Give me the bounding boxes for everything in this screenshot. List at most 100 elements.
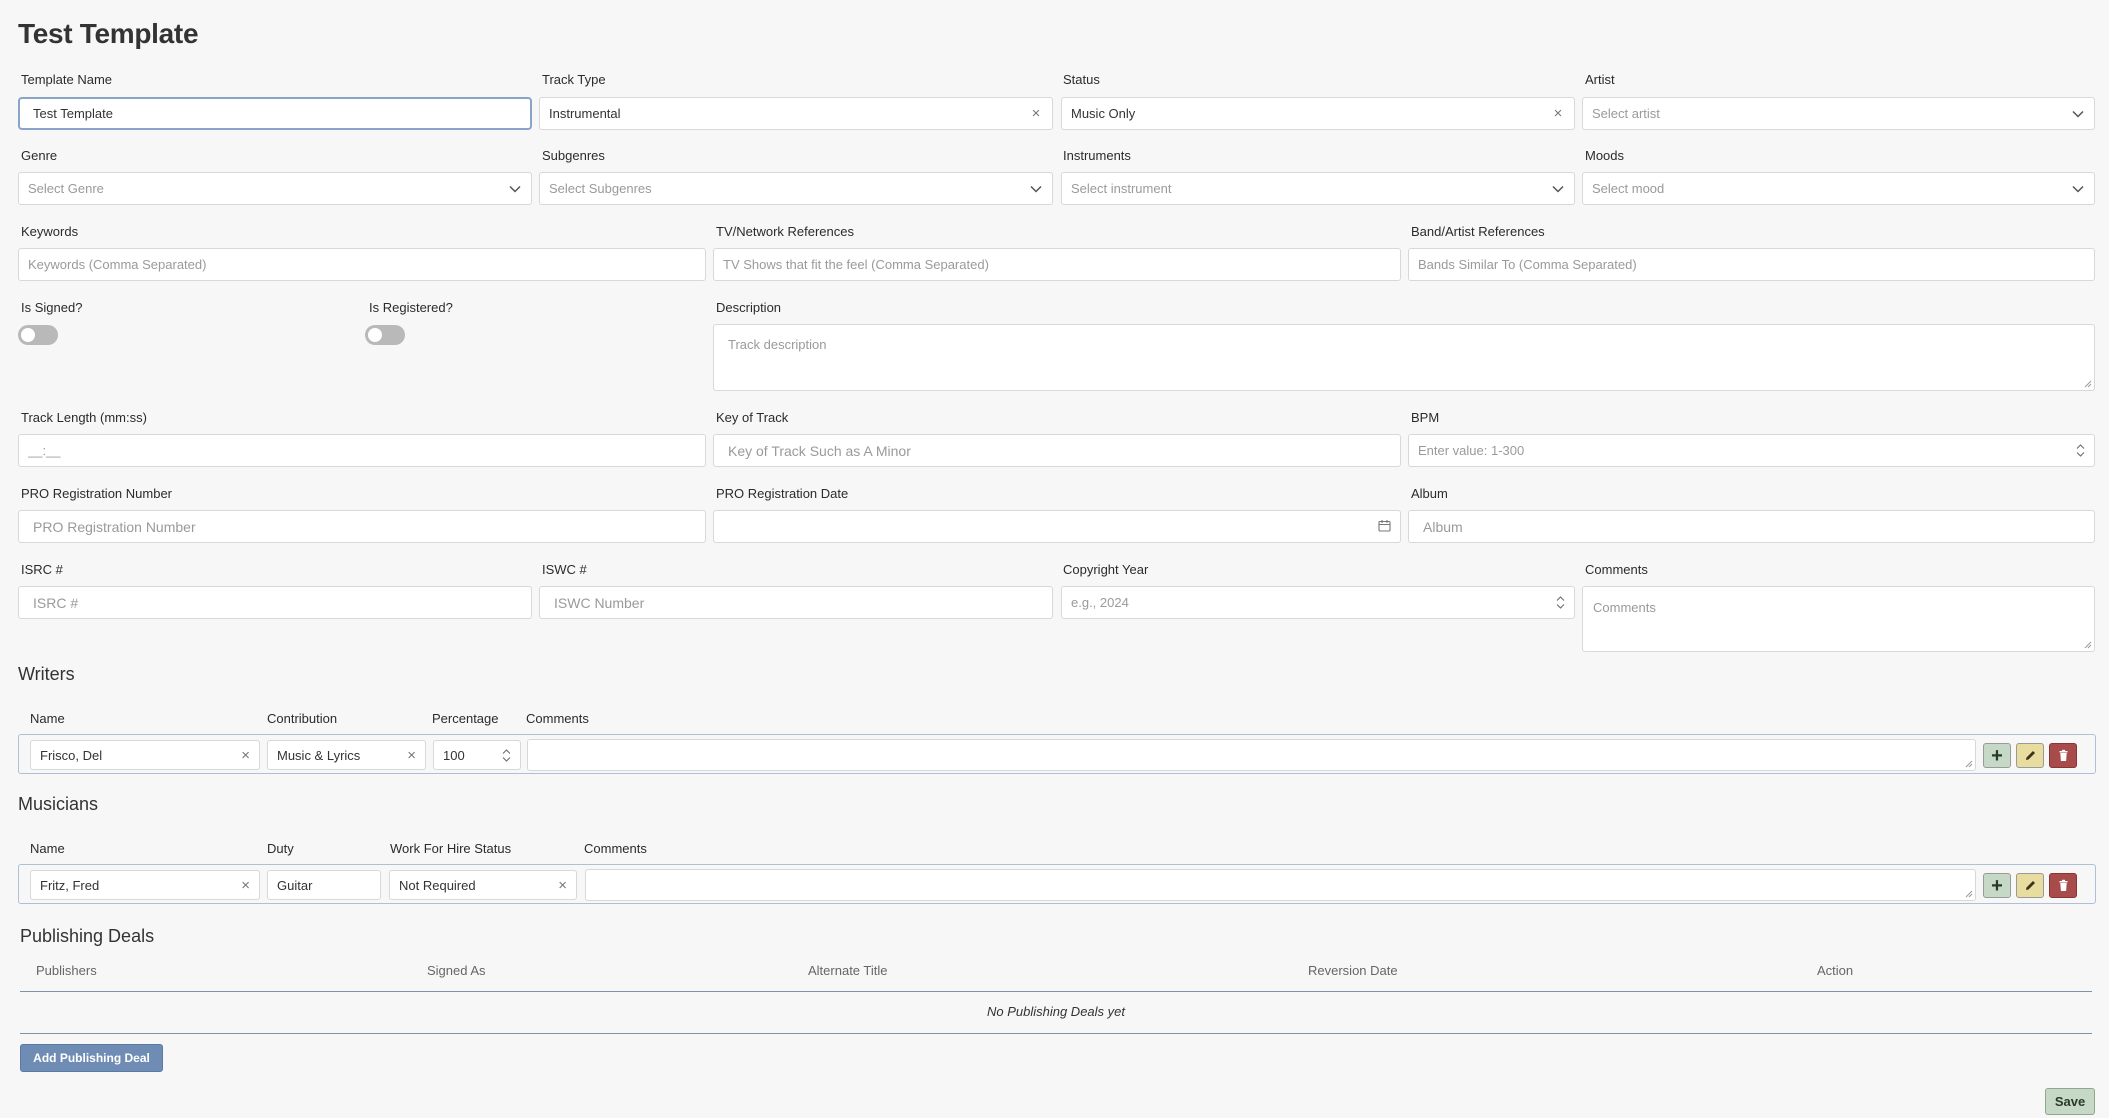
comments-label: Comments (1585, 562, 1648, 577)
writer-name-clear-icon[interactable]: × (241, 747, 250, 764)
status-clear-icon[interactable]: × (1551, 106, 1565, 121)
key-of-track-placeholder: Key of Track Such as A Minor (728, 442, 911, 459)
keywords-input[interactable]: Keywords (Comma Separated) (18, 248, 706, 281)
delete-musician-button[interactable] (2049, 873, 2077, 898)
chevron-down-icon (2071, 107, 2085, 121)
copyright-year-placeholder: e.g., 2024 (1071, 595, 1129, 610)
musician-wfh-clear-icon[interactable]: × (558, 877, 567, 894)
description-textarea[interactable]: Track description (713, 324, 2095, 391)
resize-grip-icon[interactable] (1965, 890, 1973, 898)
bpm-stepper[interactable] (2075, 444, 2085, 457)
moods-select[interactable]: Select mood (1582, 172, 2095, 205)
key-of-track-input[interactable]: Key of Track Such as A Minor (713, 434, 1401, 467)
subgenres-select[interactable]: Select Subgenres (539, 172, 1053, 205)
is-signed-toggle[interactable] (18, 325, 58, 345)
publishing-col-action: Action (1817, 963, 1854, 978)
album-label: Album (1411, 486, 1448, 501)
tv-references-placeholder: TV Shows that fit the feel (Comma Separa… (723, 257, 989, 272)
edit-writer-button[interactable] (2016, 743, 2044, 768)
writer-comments-textarea[interactable] (527, 739, 1976, 771)
stepper-down-icon[interactable] (2076, 452, 2085, 457)
pencil-icon (2025, 751, 2035, 760)
writers-header-comments: Comments (526, 711, 589, 726)
comments-textarea[interactable]: Comments (1582, 586, 2095, 652)
isrc-input[interactable]: ISRC # (18, 586, 532, 619)
writer-name-select[interactable]: Frisco, Del × (30, 740, 260, 770)
tv-references-label: TV/Network References (716, 224, 854, 239)
artist-label: Artist (1585, 72, 1615, 87)
chevron-down-icon (1551, 182, 1565, 196)
stepper-up-icon[interactable] (2076, 444, 2085, 449)
chevron-down-icon (2071, 182, 2085, 196)
stepper-up-icon[interactable] (502, 748, 511, 754)
resize-grip-icon[interactable] (2084, 380, 2092, 388)
musicians-title: Musicians (18, 794, 99, 814)
resize-grip-icon[interactable] (2084, 641, 2092, 649)
is-registered-toggle[interactable] (365, 325, 405, 345)
edit-musician-button[interactable] (2016, 873, 2044, 898)
writer-percentage-input[interactable]: 100 (433, 740, 521, 770)
stepper-down-icon[interactable] (502, 756, 511, 762)
musician-comments-textarea[interactable] (585, 869, 1976, 901)
stepper-down-icon[interactable] (1556, 604, 1565, 609)
musicians-header-name: Name (30, 841, 65, 856)
description-label: Description (716, 300, 782, 315)
iswc-input[interactable]: ISWC Number (539, 586, 1053, 619)
artist-select[interactable]: Select artist (1582, 97, 2095, 130)
musician-wfh-select[interactable]: Not Required × (389, 870, 577, 900)
add-musician-button[interactable]: + (1983, 873, 2011, 898)
resize-grip-icon[interactable] (1965, 760, 1973, 768)
writers-header-contribution: Contribution (267, 711, 338, 726)
artist-placeholder: Select artist (1592, 106, 1660, 121)
stepper-up-icon[interactable] (1556, 596, 1565, 601)
genre-select[interactable]: Select Genre (18, 172, 532, 205)
publishing-empty-message: No Publishing Deals yet (986, 1004, 1126, 1019)
instruments-select[interactable]: Select instrument (1061, 172, 1575, 205)
isrc-label: ISRC # (21, 562, 63, 577)
musician-name-clear-icon[interactable]: × (241, 877, 250, 894)
musician-name-select[interactable]: Fritz, Fred × (30, 870, 260, 900)
track-length-input[interactable]: __:__ (18, 434, 706, 467)
description-placeholder: Track description (728, 337, 827, 352)
pro-number-label: PRO Registration Number (21, 486, 172, 501)
moods-label: Moods (1585, 148, 1625, 163)
writer-percentage-stepper[interactable] (501, 748, 511, 762)
add-writer-button[interactable]: + (1983, 743, 2011, 768)
delete-writer-button[interactable] (2049, 743, 2077, 768)
template-name-label: Template Name (21, 72, 113, 87)
writers-header-percentage: Percentage (432, 711, 499, 726)
moods-placeholder: Select mood (1592, 181, 1665, 196)
band-references-input[interactable]: Bands Similar To (Comma Separated) (1408, 248, 2095, 281)
musician-duty-input[interactable]: Guitar (267, 870, 381, 900)
writer-contribution-clear-icon[interactable]: × (407, 747, 416, 764)
bpm-placeholder: Enter value: 1-300 (1418, 443, 1525, 458)
bpm-input[interactable]: Enter value: 1-300 (1408, 434, 2095, 467)
copyright-year-input[interactable]: e.g., 2024 (1061, 586, 1575, 619)
publishing-col-publishers: Publishers (36, 963, 97, 978)
writer-name-value: Frisco, Del (40, 747, 103, 763)
publishing-col-alternate-title: Alternate Title (808, 963, 888, 978)
pro-date-input[interactable] (713, 510, 1401, 543)
track-type-clear-icon[interactable]: × (1029, 106, 1043, 121)
writers-header-name: Name (30, 711, 65, 726)
bpm-label: BPM (1411, 410, 1440, 425)
save-button[interactable]: Save (2045, 1088, 2095, 1115)
copyright-year-stepper[interactable] (1555, 596, 1565, 609)
status-select[interactable]: Music Only × (1061, 97, 1575, 130)
template-name-input[interactable]: Test Template (18, 97, 532, 130)
is-signed-label: Is Signed? (21, 300, 83, 315)
table-header-divider (20, 991, 2092, 992)
add-publishing-deal-button[interactable]: Add Publishing Deal (20, 1044, 163, 1072)
publishing-col-reversion-date: Reversion Date (1308, 963, 1398, 978)
track-type-select[interactable]: Instrumental × (539, 97, 1053, 130)
album-input[interactable]: Album (1408, 510, 2095, 543)
calendar-icon[interactable] (1378, 519, 1391, 535)
writer-contribution-select[interactable]: Music & Lyrics × (267, 740, 426, 770)
pencil-icon (2025, 881, 2035, 890)
trash-icon (2059, 879, 2067, 891)
tv-references-input[interactable]: TV Shows that fit the feel (Comma Separa… (713, 248, 1401, 281)
template-name-value: Test Template (33, 106, 113, 121)
pro-number-input[interactable]: PRO Registration Number (18, 510, 706, 543)
is-registered-label: Is Registered? (369, 300, 453, 315)
musicians-header-wfh: Work For Hire Status (390, 841, 512, 856)
